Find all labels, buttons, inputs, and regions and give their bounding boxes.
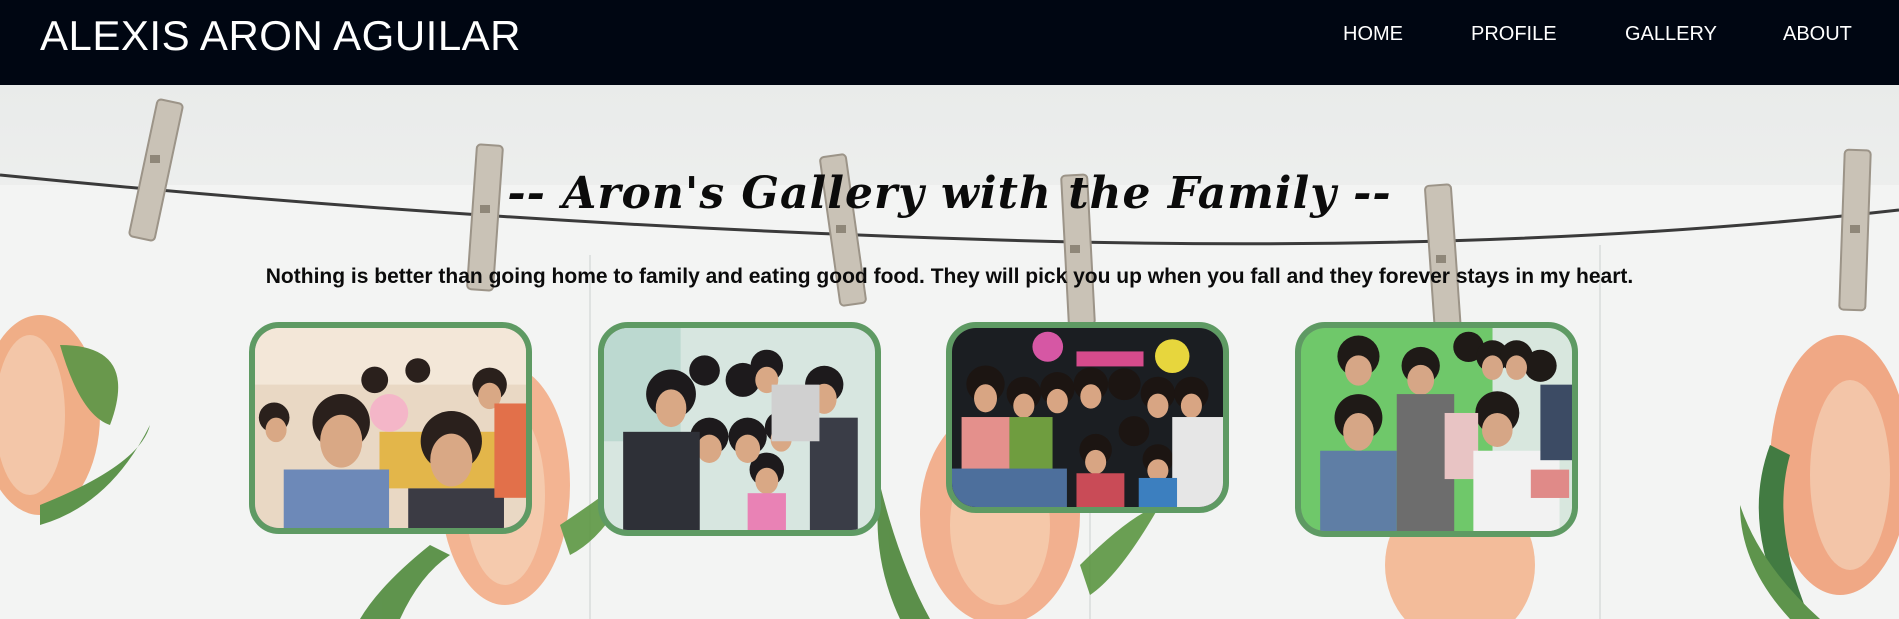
gallery-title: -- Aron's Gallery with the Family -- bbox=[507, 168, 1392, 219]
nav-gallery-link[interactable]: GALLERY bbox=[1625, 23, 1717, 46]
nav-home-link[interactable]: HOME bbox=[1343, 23, 1403, 46]
gallery-tagline: Nothing is better than going home to fam… bbox=[265, 265, 1634, 288]
gallery-hero: -- Aron's Gallery with the Family -- Not… bbox=[0, 85, 1899, 619]
site-brand[interactable]: ALEXIS ARON AGUILAR bbox=[40, 12, 521, 60]
top-navbar: ALEXIS ARON AGUILAR HOME PROFILE GALLERY… bbox=[0, 0, 1899, 85]
family-photo-4[interactable] bbox=[1295, 322, 1578, 537]
nav-profile-link[interactable]: PROFILE bbox=[1471, 23, 1557, 46]
family-photo-3[interactable] bbox=[946, 322, 1229, 513]
nav-about-link[interactable]: ABOUT bbox=[1783, 23, 1852, 46]
family-photo-2[interactable] bbox=[598, 322, 881, 536]
family-photo-1[interactable] bbox=[249, 322, 532, 534]
